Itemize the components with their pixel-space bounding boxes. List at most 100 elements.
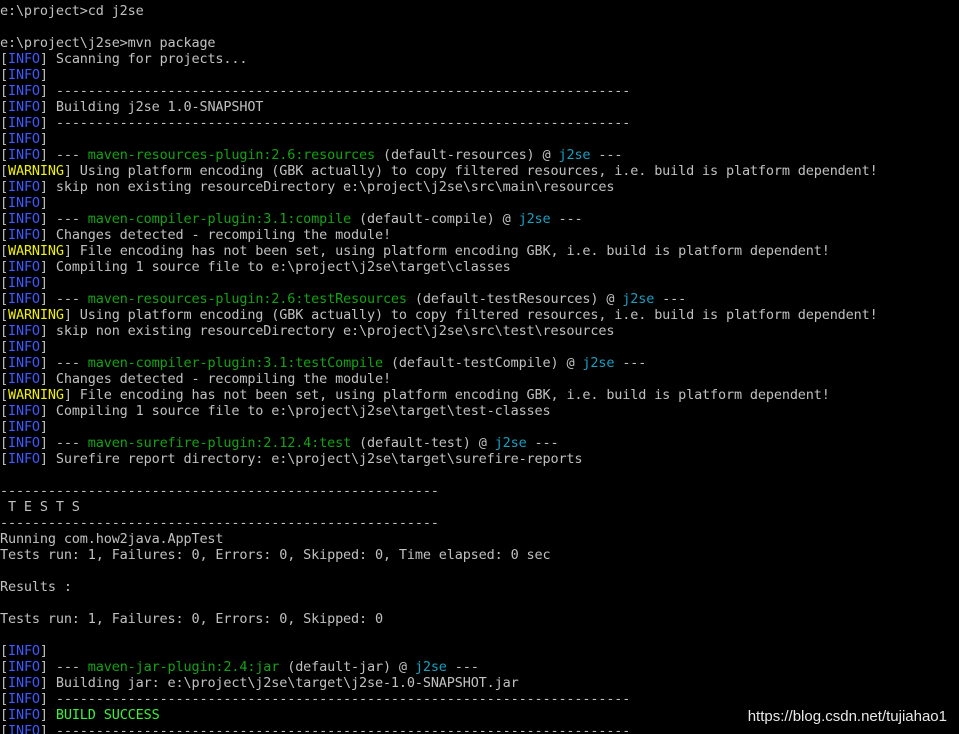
line-segment: ----------------------------------------… bbox=[0, 483, 439, 499]
line-segment: ] --- bbox=[39, 291, 88, 307]
line-segment: j2se bbox=[494, 435, 527, 451]
line-segment: (default-testResources) @ bbox=[406, 291, 623, 307]
line-segment: ----------------------------------------… bbox=[0, 515, 439, 531]
line-segment: INFO bbox=[7, 131, 40, 147]
line-segment: ] --------------------------------------… bbox=[39, 83, 631, 99]
line-segment: Results : bbox=[0, 579, 72, 595]
line-segment: [ bbox=[0, 51, 8, 67]
terminal-line: [INFO] --- maven-compiler-plugin:3.1:tes… bbox=[0, 355, 878, 371]
line-segment: INFO bbox=[7, 659, 40, 675]
terminal-line: [WARNING] File encoding has not been set… bbox=[0, 387, 878, 403]
terminal-line: [INFO] ---------------------------------… bbox=[0, 691, 878, 707]
line-segment: ] skip non existing resourceDirectory e:… bbox=[39, 179, 615, 195]
terminal-line: ----------------------------------------… bbox=[0, 483, 878, 499]
line-segment: ] Changes detected - recompiling the mod… bbox=[39, 227, 391, 243]
terminal-line: [INFO] Changes detected - recompiling th… bbox=[0, 371, 878, 387]
terminal-line: [INFO] Compiling 1 source file to e:\pro… bbox=[0, 403, 878, 419]
line-segment: INFO bbox=[7, 419, 40, 435]
terminal-line: Tests run: 1, Failures: 0, Errors: 0, Sk… bbox=[0, 547, 878, 563]
terminal-line: [INFO] --- maven-resources-plugin:2.6:te… bbox=[0, 291, 878, 307]
line-segment: INFO bbox=[7, 147, 40, 163]
line-segment: (default-resources) @ bbox=[374, 147, 559, 163]
line-segment: INFO bbox=[7, 195, 40, 211]
terminal-line: [INFO] bbox=[0, 643, 878, 659]
line-segment: Tests run: 1, Failures: 0, Errors: 0, Sk… bbox=[0, 611, 383, 627]
terminal-line: [WARNING] Using platform encoding (GBK a… bbox=[0, 307, 878, 323]
terminal-line: [INFO] Changes detected - recompiling th… bbox=[0, 227, 878, 243]
line-segment: --- bbox=[654, 291, 687, 307]
line-segment: [ bbox=[0, 67, 8, 83]
line-segment: [ bbox=[0, 243, 8, 259]
line-segment: [ bbox=[0, 179, 8, 195]
line-segment: INFO bbox=[7, 723, 40, 734]
terminal-line: [INFO] --- maven-jar-plugin:2.4:jar (def… bbox=[0, 659, 878, 675]
line-segment: ] File encoding has not been set, using … bbox=[63, 387, 830, 403]
line-segment: ] --- bbox=[39, 211, 88, 227]
line-segment: INFO bbox=[7, 691, 40, 707]
line-segment: [ bbox=[0, 675, 8, 691]
line-segment: [ bbox=[0, 419, 8, 435]
line-segment: ] Changes detected - recompiling the mod… bbox=[39, 371, 391, 387]
line-segment: [ bbox=[0, 451, 8, 467]
terminal-line: [WARNING] File encoding has not been set… bbox=[0, 243, 878, 259]
line-segment: ] --------------------------------------… bbox=[39, 723, 631, 734]
line-segment: maven-resources-plugin:2.6:resources bbox=[87, 147, 375, 163]
line-segment: e:\project>cd j2se bbox=[0, 3, 144, 19]
line-segment: INFO bbox=[7, 275, 40, 291]
line-segment: INFO bbox=[7, 371, 40, 387]
line-segment: WARNING bbox=[7, 387, 64, 403]
line-segment: [ bbox=[0, 371, 8, 387]
line-segment: WARNING bbox=[7, 307, 64, 323]
line-segment: [ bbox=[0, 643, 8, 659]
line-segment: --- bbox=[446, 659, 479, 675]
terminal-line: [INFO] bbox=[0, 195, 878, 211]
terminal-line: [INFO] bbox=[0, 275, 878, 291]
terminal-line: [INFO] --- maven-compiler-plugin:3.1:com… bbox=[0, 211, 878, 227]
line-segment: ] Using platform encoding (GBK actually)… bbox=[63, 307, 878, 323]
line-segment: Running com.how2java.AppTest bbox=[0, 531, 224, 547]
terminal-line: e:\project>cd j2se bbox=[0, 3, 878, 19]
line-segment: --- bbox=[614, 355, 647, 371]
line-segment: ] Surefire report directory: e:\project\… bbox=[39, 451, 583, 467]
line-segment: [ bbox=[0, 355, 8, 371]
line-segment: [ bbox=[0, 99, 8, 115]
line-segment: INFO bbox=[7, 675, 40, 691]
terminal-window[interactable]: e:\project>cd j2se e:\project\j2se>mvn pa… bbox=[0, 0, 959, 734]
line-segment: [ bbox=[0, 387, 8, 403]
line-segment: maven-surefire-plugin:2.12.4:test bbox=[87, 435, 352, 451]
line-segment: INFO bbox=[7, 83, 40, 99]
terminal-line: e:\project\j2se>mvn package bbox=[0, 35, 878, 51]
line-segment: --- bbox=[550, 211, 583, 227]
line-segment: [ bbox=[0, 403, 8, 419]
line-segment: INFO bbox=[7, 355, 40, 371]
line-segment: INFO bbox=[7, 227, 40, 243]
line-segment: INFO bbox=[7, 115, 40, 131]
line-segment: (default-test) @ bbox=[351, 435, 495, 451]
terminal-line: [INFO] bbox=[0, 67, 878, 83]
terminal-output: e:\project>cd j2se e:\project\j2se>mvn pa… bbox=[0, 3, 878, 734]
line-segment: ] bbox=[39, 195, 48, 211]
line-segment: WARNING bbox=[7, 163, 64, 179]
line-segment: ] --- bbox=[39, 355, 88, 371]
line-segment: INFO bbox=[7, 67, 40, 83]
line-segment: [ bbox=[0, 259, 8, 275]
terminal-line: ----------------------------------------… bbox=[0, 515, 878, 531]
terminal-line: [INFO] ---------------------------------… bbox=[0, 115, 878, 131]
line-segment: (default-jar) @ bbox=[279, 659, 415, 675]
line-segment: [ bbox=[0, 275, 8, 291]
line-segment: ] skip non existing resourceDirectory e:… bbox=[39, 323, 615, 339]
line-segment: ] bbox=[39, 339, 48, 355]
line-segment: ] --------------------------------------… bbox=[39, 115, 631, 131]
line-segment: --- bbox=[590, 147, 623, 163]
terminal-line: [INFO] --- maven-resources-plugin:2.6:re… bbox=[0, 147, 878, 163]
line-segment: ] Scanning for projects... bbox=[39, 51, 248, 67]
line-segment: INFO bbox=[7, 339, 40, 355]
terminal-line: [INFO] bbox=[0, 419, 878, 435]
line-segment: INFO bbox=[7, 707, 40, 723]
line-segment: [ bbox=[0, 147, 8, 163]
watermark: https://blog.csdn.net/tujiahao1 bbox=[745, 708, 949, 725]
line-segment: T E S T S bbox=[0, 499, 80, 515]
